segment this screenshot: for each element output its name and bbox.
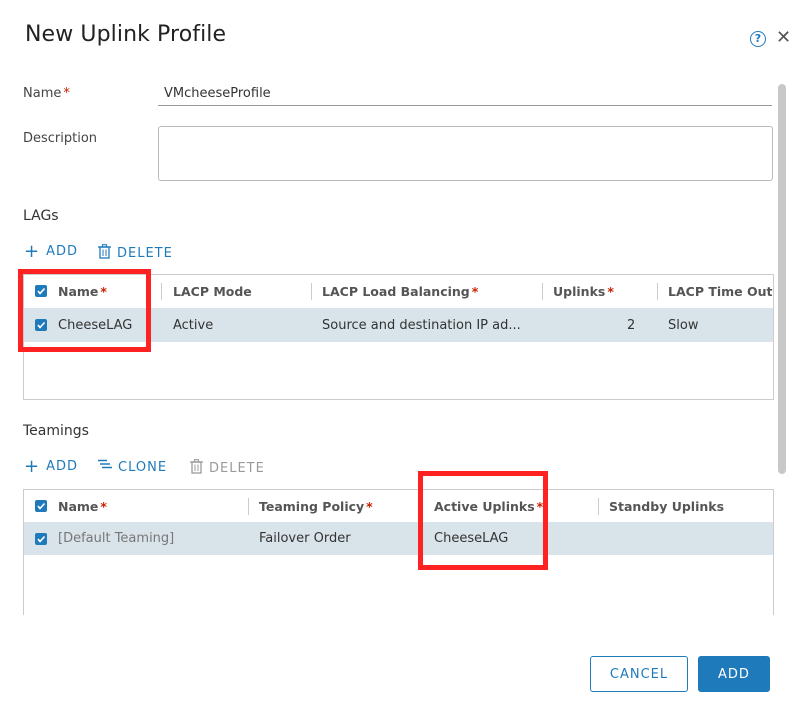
row-checkbox[interactable] — [35, 533, 47, 545]
description-label: Description — [23, 131, 98, 146]
highlight-active-uplinks — [418, 471, 548, 570]
teamings-grid: Name * Teaming Policy * Active Uplinks * St… — [23, 489, 774, 615]
cell-lacp-mode: Active — [173, 317, 214, 333]
name-input[interactable] — [158, 82, 772, 106]
lags-delete-button[interactable]: DELETE — [98, 244, 173, 263]
cell-teaming-policy: Failover Order — [259, 531, 351, 546]
help-icon[interactable]: ? — [750, 31, 766, 47]
teamings-add-button[interactable]: + ADD — [24, 455, 78, 477]
name-label: Name * — [23, 86, 70, 101]
lags-section-title: LAGs — [23, 208, 59, 224]
cell-uplinks: 2 — [627, 317, 636, 333]
cell-load-balancing: Source and destination IP ad... — [322, 317, 521, 333]
cancel-button[interactable]: CANCEL — [590, 656, 688, 692]
scrollbar-thumb[interactable] — [778, 84, 786, 474]
clone-icon — [98, 459, 112, 475]
column-header-lacp-time-out[interactable]: LACP Time Out — [668, 275, 773, 307]
lags-add-button[interactable]: + ADD — [24, 240, 78, 262]
trash-icon — [190, 459, 203, 478]
cell-timeout: Slow — [668, 317, 699, 333]
column-header-uplinks[interactable]: Uplinks * — [553, 275, 614, 307]
highlight-lag-name — [18, 269, 151, 352]
table-row[interactable]: [Default Teaming] Failover Order CheeseL… — [24, 522, 773, 555]
plus-icon: + — [24, 455, 41, 477]
teamings-section-title: Teamings — [23, 423, 89, 439]
dialog-title: New Uplink Profile — [25, 22, 227, 47]
column-header-standby-uplinks[interactable]: Standby Uplinks — [609, 490, 724, 522]
column-header-lacp-mode[interactable]: LACP Mode — [173, 275, 252, 307]
teamings-clone-button[interactable]: CLONE — [98, 459, 167, 475]
column-header-teaming-policy[interactable]: Teaming Policy * — [259, 490, 373, 522]
select-all-checkbox[interactable] — [35, 500, 47, 512]
column-header-lacp-load-balancing[interactable]: LACP Load Balancing * — [322, 275, 478, 307]
column-header-name[interactable]: Name * — [58, 490, 107, 522]
plus-icon: + — [24, 240, 41, 262]
trash-icon — [98, 244, 111, 263]
add-button[interactable]: ADD — [698, 656, 770, 692]
cell-teaming-name: [Default Teaming] — [58, 531, 175, 546]
teamings-delete-button[interactable]: DELETE — [190, 459, 265, 478]
description-textarea[interactable] — [158, 126, 773, 181]
close-icon[interactable]: ✕ — [776, 28, 791, 48]
